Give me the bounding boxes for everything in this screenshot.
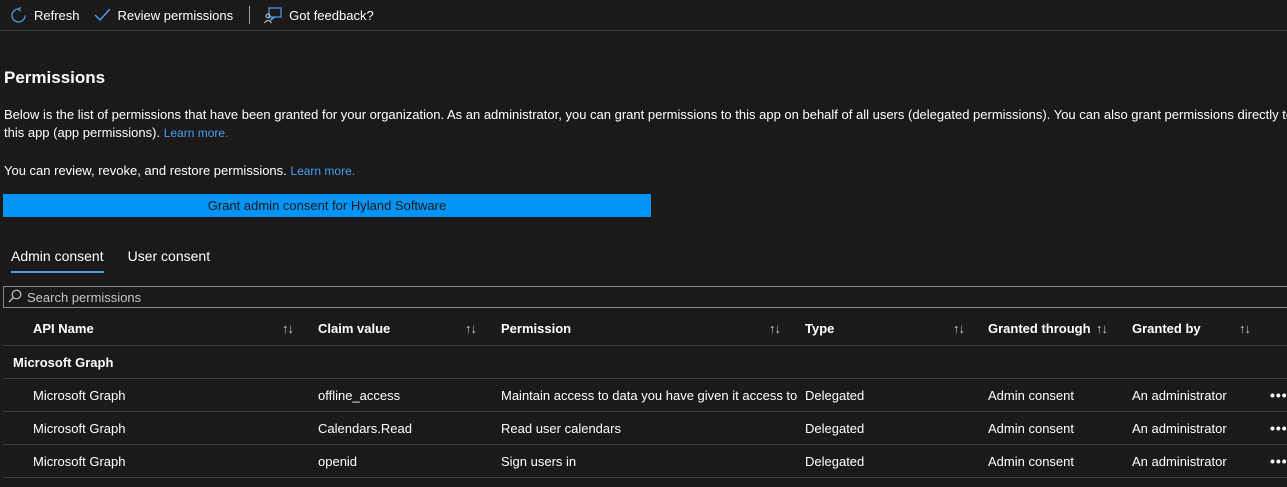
table-row[interactable]: Microsoft Graph offline_access Maintain … <box>3 379 1287 412</box>
column-header-api-name[interactable]: API Name <box>33 312 94 345</box>
cell-granted-by: An administrator <box>1132 387 1227 403</box>
cell-claim-value: openid <box>318 453 358 469</box>
permissions-table: API Name ↑↓ Claim value ↑↓ Permission ↑↓… <box>3 312 1287 478</box>
consent-tabs: Admin consent User consent <box>11 248 210 273</box>
toolbar-divider <box>249 6 251 24</box>
cell-claim-value: Calendars.Read <box>318 420 412 436</box>
column-header-type[interactable]: Type <box>805 312 834 345</box>
feedback-label: Got feedback? <box>289 7 374 23</box>
review-permissions-button[interactable]: Review permissions <box>94 7 234 23</box>
page-title: Permissions <box>4 68 106 87</box>
cell-claim-value: offline_access <box>318 387 401 403</box>
cell-api-name: Microsoft Graph <box>33 387 126 403</box>
learn-more-link[interactable]: Learn more. <box>164 126 229 140</box>
cell-permission: Maintain access to data you have given i… <box>501 387 798 403</box>
sort-granted-through-icon[interactable]: ↑↓ <box>1096 312 1108 345</box>
column-header-granted-by[interactable]: Granted by <box>1132 312 1201 345</box>
column-header-claim-value[interactable]: Claim value <box>318 312 390 345</box>
search-box <box>3 286 1287 308</box>
table-row[interactable]: Microsoft Graph Calendars.Read Read user… <box>3 412 1287 445</box>
tab-admin-consent[interactable]: Admin consent <box>11 248 104 273</box>
group-label: Microsoft Graph <box>13 354 114 370</box>
cell-granted-by: An administrator <box>1132 420 1227 436</box>
sort-type-icon[interactable]: ↑↓ <box>953 312 965 345</box>
table-header: API Name ↑↓ Claim value ↑↓ Permission ↑↓… <box>3 312 1287 346</box>
refresh-icon <box>10 6 27 24</box>
group-row[interactable]: Microsoft Graph <box>3 346 1287 379</box>
more-options-icon[interactable]: ••• <box>1270 445 1287 477</box>
cell-type: Delegated <box>805 387 865 403</box>
cell-permission: Read user calendars <box>501 420 621 436</box>
grant-admin-consent-button[interactable]: Grant admin consent for Hyland Software <box>3 194 651 217</box>
sort-api-name-icon[interactable]: ↑↓ <box>282 312 294 345</box>
sort-permission-icon[interactable]: ↑↓ <box>769 312 781 345</box>
cell-granted-through: Admin consent <box>988 453 1074 469</box>
cell-type: Delegated <box>805 420 865 436</box>
cell-api-name: Microsoft Graph <box>33 453 126 469</box>
sort-granted-by-icon[interactable]: ↑↓ <box>1239 312 1251 345</box>
tab-user-consent[interactable]: User consent <box>128 248 210 273</box>
refresh-label: Refresh <box>34 7 80 23</box>
cell-api-name: Microsoft Graph <box>33 420 126 436</box>
cell-permission: Sign users in <box>501 453 577 469</box>
review-text: You can review, revoke, and restore perm… <box>4 163 287 178</box>
cell-granted-through: Admin consent <box>988 387 1074 403</box>
cell-granted-by: An administrator <box>1132 453 1227 469</box>
column-header-permission[interactable]: Permission <box>501 312 571 345</box>
command-bar: Refresh Review permissions Got feedback? <box>0 0 1287 31</box>
refresh-button[interactable]: Refresh <box>10 6 80 24</box>
sort-claim-value-icon[interactable]: ↑↓ <box>465 312 477 345</box>
review-permissions-label: Review permissions <box>117 7 234 23</box>
search-icon <box>8 289 22 306</box>
checkmark-icon <box>94 8 111 22</box>
review-learn-more-link[interactable]: Learn more. <box>290 164 355 178</box>
column-header-granted-through[interactable]: Granted through <box>988 312 1091 345</box>
feedback-icon <box>264 6 282 24</box>
cell-granted-through: Admin consent <box>988 420 1074 436</box>
search-input[interactable] <box>25 288 1229 306</box>
cell-type: Delegated <box>805 453 865 469</box>
table-row[interactable]: Microsoft Graph openid Sign users in Del… <box>3 445 1287 478</box>
more-options-icon[interactable]: ••• <box>1270 412 1287 444</box>
review-description: You can review, revoke, and restore perm… <box>4 162 355 180</box>
app-root: Refresh Review permissions Got feedback? <box>0 0 1287 487</box>
more-options-icon[interactable]: ••• <box>1270 379 1287 411</box>
feedback-button[interactable]: Got feedback? <box>264 6 374 24</box>
permissions-description: Below is the list of permissions that ha… <box>4 106 1287 142</box>
